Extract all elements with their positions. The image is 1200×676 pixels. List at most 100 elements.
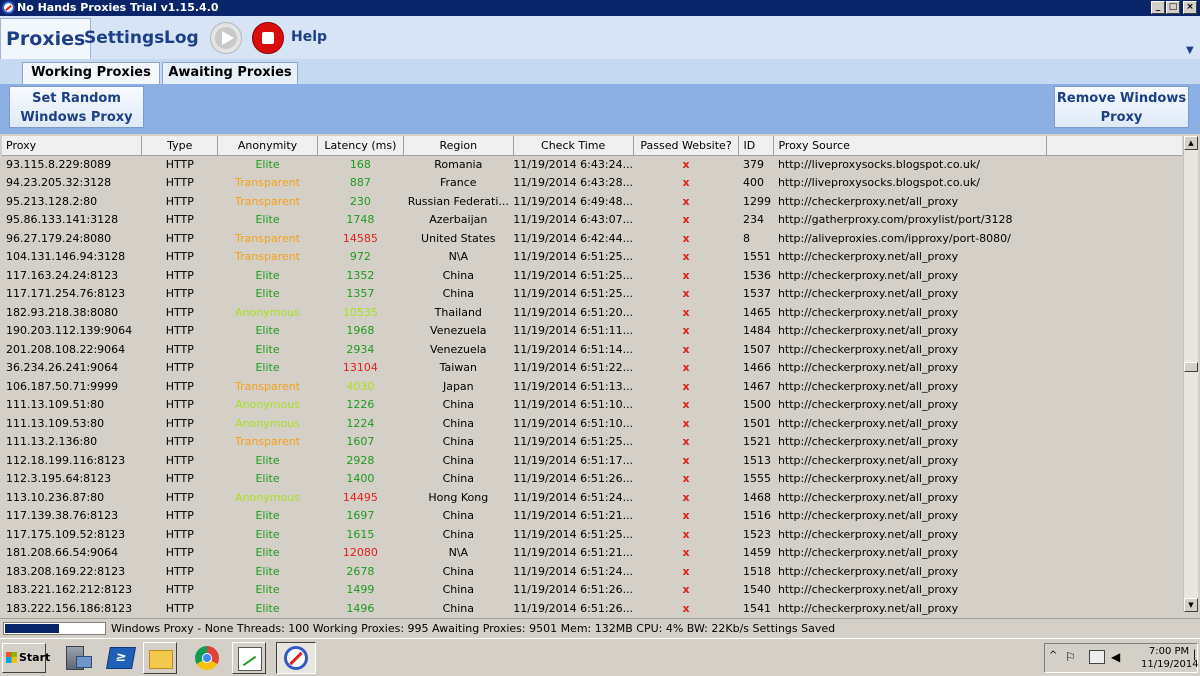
cell-latency: 1224 (346, 416, 375, 430)
cell-anonymity: Transparent (234, 379, 301, 393)
cell-id: 1523 (742, 527, 771, 541)
set-random-windows-proxy-button[interactable]: Set Random Windows Proxy (9, 86, 144, 128)
table-row[interactable]: 117.175.109.52:8123 HTTP Elite 1615 China 11/… (2, 525, 1182, 544)
table-row[interactable]: 181.208.66.54:9064 HTTP Elite 12080 N\A 11/19… (2, 544, 1182, 563)
table-row[interactable]: 106.187.50.71:9999 HTTP Transparent 4030 Jap… (2, 377, 1182, 396)
minimize-button[interactable]: _ (1151, 1, 1165, 14)
play-button[interactable] (210, 22, 242, 54)
action-center-flag-icon[interactable]: ⚐ (1065, 650, 1079, 664)
cell-proxy-source: http://checkerproxy.net/all_proxy (777, 601, 959, 615)
table-row[interactable]: 190.203.112.139:9064 HTTP Elite 1968 Venezue… (2, 322, 1182, 341)
col-header-region[interactable]: Region (403, 136, 514, 156)
table-row[interactable]: 104.131.146.94:3128 HTTP Transparent 972 N\A… (2, 248, 1182, 267)
table-row[interactable]: 182.93.218.38:8080 HTTP Anonymous 10535 Thai… (2, 303, 1182, 322)
table-row[interactable]: 111.13.109.53:80 HTTP Anonymous 1224 China 11… (2, 414, 1182, 433)
cell-type: HTTP (165, 509, 194, 523)
cell-type: HTTP (165, 250, 194, 264)
cell-region: China (442, 435, 474, 449)
cell-latency: 1697 (346, 509, 375, 523)
taskbar-chrome-icon[interactable] (190, 642, 224, 674)
taskbar-powershell-icon[interactable]: ≥ (104, 642, 138, 674)
scroll-down-icon[interactable]: ▼ (1184, 598, 1198, 612)
cell-passed-website: x (682, 305, 690, 319)
col-header-anonymity[interactable]: Anonymity (217, 136, 318, 156)
cell-region: United States (421, 231, 496, 245)
chevron-down-icon[interactable]: ▼ (1186, 45, 1194, 56)
table-row[interactable]: 113.10.236.87:80 HTTP Anonymous 14495 Hong K… (2, 488, 1182, 507)
menu-help[interactable]: Help (291, 29, 327, 45)
action-area (0, 84, 1200, 134)
col-header-id[interactable]: ID (738, 136, 775, 156)
table-row[interactable]: 112.18.199.116:8123 HTTP Elite 2928 China 11/… (2, 451, 1182, 470)
cell-region: Romania (434, 158, 483, 171)
menu-log[interactable]: Log (164, 28, 199, 48)
taskbar-server-manager-icon[interactable] (60, 642, 94, 674)
cell-check-time: 11/19/2014 6:49:48... (513, 194, 634, 208)
taskbar-no-hands-proxies-icon[interactable] (276, 642, 316, 674)
stop-button[interactable] (252, 22, 284, 54)
table-row[interactable]: 183.222.156.186:8123 HTTP Elite 1496 China 11… (2, 599, 1182, 616)
cell-anonymity: Transparent (234, 250, 301, 264)
vertical-scrollbar[interactable]: ▲ ▼ (1183, 136, 1198, 612)
table-row[interactable]: 36.234.26.241:9064 HTTP Elite 13104 Taiwan 11… (2, 359, 1182, 378)
proxy-grid[interactable]: Proxy Type Anonymity Latency (ms) Region… (2, 136, 1182, 616)
cell-proxy: 183.221.162.212:8123 (6, 583, 133, 597)
cell-check-time: 11/19/2014 6:51:10... (513, 416, 634, 430)
col-header-proxy[interactable]: Proxy (2, 136, 143, 156)
table-row[interactable]: 111.13.109.51:80 HTTP Anonymous 1226 China 11… (2, 396, 1182, 415)
cell-proxy: 112.18.199.116:8123 (6, 453, 126, 467)
table-row[interactable]: 117.139.38.76:8123 HTTP Elite 1697 China 11/1… (2, 507, 1182, 526)
table-row[interactable]: 94.23.205.32:3128 HTTP Transparent 887 Franc… (2, 174, 1182, 193)
menu-proxies[interactable]: Proxies (0, 18, 92, 59)
start-button[interactable]: Start (2, 643, 50, 673)
tab-working-proxies[interactable]: Working Proxies (22, 62, 160, 84)
cell-anonymity: Anonymous (235, 398, 300, 412)
show-desktop-button[interactable]: ▕ (1188, 651, 1198, 663)
col-header-proxy-source[interactable]: Proxy Source (773, 136, 1048, 156)
table-row[interactable]: 117.171.254.76:8123 HTTP Elite 1357 China 11/… (2, 285, 1182, 304)
col-header-latency[interactable]: Latency (ms) (317, 136, 404, 156)
cell-region: China (442, 453, 474, 467)
remove-windows-proxy-button[interactable]: Remove Windows Proxy (1054, 86, 1189, 128)
table-row[interactable]: 95.86.133.141:3128 HTTP Elite 1748 Azerbaija… (2, 211, 1182, 230)
table-row[interactable]: 112.3.195.64:8123 HTTP Elite 1400 China 11/19… (2, 470, 1182, 489)
cell-passed-website: x (682, 509, 690, 523)
col-header-check-time[interactable]: Check Time (513, 136, 634, 156)
cell-proxy: 201.208.108.22:9064 (6, 342, 126, 356)
col-header-type[interactable]: Type (141, 136, 219, 156)
network-icon[interactable] (1089, 650, 1105, 664)
tab-awaiting-proxies[interactable]: Awaiting Proxies (162, 62, 298, 84)
scroll-thumb[interactable] (1184, 362, 1198, 372)
table-row[interactable]: 93.115.8.229:8089 HTTP Elite 168 Romania 11/1… (2, 155, 1182, 174)
col-header-passed-website[interactable]: Passed Website? (633, 136, 740, 156)
cell-filler (1047, 285, 1182, 304)
cell-region: China (442, 509, 474, 523)
cell-filler (1047, 525, 1182, 544)
maximize-button[interactable]: □ (1166, 1, 1180, 14)
cell-type: HTTP (165, 583, 194, 597)
table-row[interactable]: 96.27.179.24:8080 HTTP Transparent 14585 Uni… (2, 229, 1182, 248)
cell-check-time: 11/19/2014 6:51:14... (513, 342, 634, 356)
cell-latency: 972 (349, 250, 371, 264)
cell-type: HTTP (165, 601, 194, 615)
cell-anonymity: Transparent (234, 231, 301, 245)
cell-passed-website: x (682, 158, 690, 171)
scroll-up-icon[interactable]: ▲ (1184, 136, 1198, 150)
cell-proxy-source: http://checkerproxy.net/all_proxy (777, 342, 959, 356)
table-row[interactable]: 183.221.162.212:8123 HTTP Elite 1499 China 11… (2, 581, 1182, 600)
cell-id: 1466 (742, 361, 771, 375)
volume-icon[interactable]: ◀ (1111, 650, 1120, 664)
table-row[interactable]: 183.208.169.22:8123 HTTP Elite 2678 China 11/… (2, 562, 1182, 581)
table-row[interactable]: 201.208.108.22:9064 HTTP Elite 2934 Venezuel… (2, 340, 1182, 359)
close-button[interactable]: × (1183, 1, 1197, 14)
table-row[interactable]: 95.213.128.2:80 HTTP Transparent 230 Russian… (2, 192, 1182, 211)
cell-passed-website: x (682, 490, 690, 504)
proxy-table: Proxy Type Anonymity Latency (ms) Region… (2, 136, 1182, 616)
taskbar-explorer-icon[interactable] (143, 642, 177, 674)
taskbar-task-manager-icon[interactable] (232, 642, 266, 674)
tray-expand-icon[interactable]: ^ (1049, 650, 1057, 661)
table-row[interactable]: 111.13.2.136:80 HTTP Transparent 1607 China 1… (2, 433, 1182, 452)
cell-check-time: 11/19/2014 6:51:25... (513, 268, 634, 282)
table-row[interactable]: 117.163.24.24:8123 HTTP Elite 1352 China 11/1… (2, 266, 1182, 285)
menu-settings[interactable]: Settings (84, 28, 164, 48)
